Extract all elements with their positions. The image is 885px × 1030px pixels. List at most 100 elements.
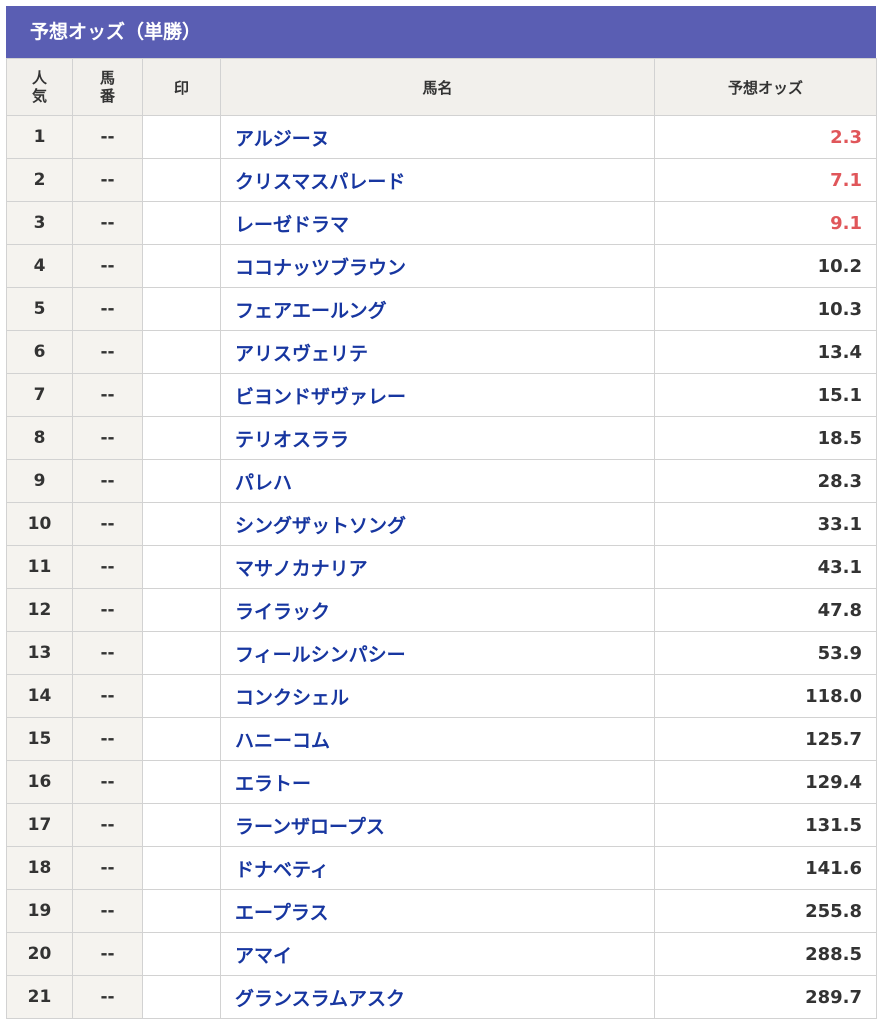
mark-cell[interactable] bbox=[142, 674, 221, 718]
odds-cell: 7.1 bbox=[654, 158, 877, 202]
popularity-cell: 6 bbox=[6, 330, 73, 374]
odds-cell: 15.1 bbox=[654, 373, 877, 417]
horse-name-link[interactable]: アマイ bbox=[220, 932, 655, 976]
mark-cell[interactable] bbox=[142, 373, 221, 417]
table-row: 14 -- コンクシェル 118.0 bbox=[6, 674, 877, 718]
popularity-cell: 18 bbox=[6, 846, 73, 890]
panel-title: 予想オッズ（単勝） bbox=[6, 6, 876, 58]
odds-cell: 9.1 bbox=[654, 201, 877, 245]
odds-cell: 10.2 bbox=[654, 244, 877, 288]
table-row: 16 -- エラトー 129.4 bbox=[6, 760, 877, 804]
header-popularity[interactable]: 人 気 bbox=[6, 58, 73, 116]
horse-number-cell: -- bbox=[72, 717, 143, 761]
table-row: 1 -- アルジーヌ 2.3 bbox=[6, 115, 877, 159]
horse-name-link[interactable]: グランスラムアスク bbox=[220, 975, 655, 1019]
horse-name-link[interactable]: ドナベティ bbox=[220, 846, 655, 890]
mark-cell[interactable] bbox=[142, 803, 221, 847]
horse-name-link[interactable]: エープラス bbox=[220, 889, 655, 933]
horse-name-link[interactable]: パレハ bbox=[220, 459, 655, 503]
popularity-cell: 21 bbox=[6, 975, 73, 1019]
popularity-cell: 19 bbox=[6, 889, 73, 933]
horse-number-cell: -- bbox=[72, 287, 143, 331]
horse-number-cell: -- bbox=[72, 846, 143, 890]
popularity-cell: 20 bbox=[6, 932, 73, 976]
horse-number-cell: -- bbox=[72, 373, 143, 417]
mark-cell[interactable] bbox=[142, 545, 221, 589]
horse-number-cell: -- bbox=[72, 201, 143, 245]
popularity-cell: 2 bbox=[6, 158, 73, 202]
mark-cell[interactable] bbox=[142, 975, 221, 1019]
header-popularity-line1: 人 bbox=[31, 69, 47, 87]
horse-name-link[interactable]: コンクシェル bbox=[220, 674, 655, 718]
mark-cell[interactable] bbox=[142, 889, 221, 933]
mark-cell[interactable] bbox=[142, 588, 221, 632]
odds-cell: 125.7 bbox=[654, 717, 877, 761]
odds-cell: 10.3 bbox=[654, 287, 877, 331]
table-row: 21 -- グランスラムアスク 289.7 bbox=[6, 975, 877, 1019]
odds-cell: 2.3 bbox=[654, 115, 877, 159]
mark-cell[interactable] bbox=[142, 502, 221, 546]
popularity-cell: 4 bbox=[6, 244, 73, 288]
mark-cell[interactable] bbox=[142, 158, 221, 202]
horse-number-cell: -- bbox=[72, 803, 143, 847]
horse-name-link[interactable]: クリスマスパレード bbox=[220, 158, 655, 202]
popularity-cell: 8 bbox=[6, 416, 73, 460]
horse-name-link[interactable]: ライラック bbox=[220, 588, 655, 632]
mark-cell[interactable] bbox=[142, 287, 221, 331]
mark-cell[interactable] bbox=[142, 330, 221, 374]
mark-cell[interactable] bbox=[142, 717, 221, 761]
horse-number-cell: -- bbox=[72, 932, 143, 976]
popularity-cell: 10 bbox=[6, 502, 73, 546]
horse-number-cell: -- bbox=[72, 631, 143, 675]
mark-cell[interactable] bbox=[142, 932, 221, 976]
popularity-cell: 9 bbox=[6, 459, 73, 503]
table-row: 6 -- アリスヴェリテ 13.4 bbox=[6, 330, 877, 374]
horse-number-cell: -- bbox=[72, 760, 143, 804]
table-row: 11 -- マサノカナリア 43.1 bbox=[6, 545, 877, 589]
header-horse-number[interactable]: 馬 番 bbox=[72, 58, 143, 116]
horse-name-link[interactable]: ビヨンドザヴァレー bbox=[220, 373, 655, 417]
horse-name-link[interactable]: フェアエールング bbox=[220, 287, 655, 331]
mark-cell[interactable] bbox=[142, 115, 221, 159]
mark-cell[interactable] bbox=[142, 201, 221, 245]
mark-cell[interactable] bbox=[142, 631, 221, 675]
popularity-cell: 3 bbox=[6, 201, 73, 245]
horse-number-cell: -- bbox=[72, 330, 143, 374]
table-row: 2 -- クリスマスパレード 7.1 bbox=[6, 158, 877, 202]
horse-name-link[interactable]: ラーンザロープス bbox=[220, 803, 655, 847]
horse-number-cell: -- bbox=[72, 416, 143, 460]
odds-cell: 13.4 bbox=[654, 330, 877, 374]
odds-cell: 289.7 bbox=[654, 975, 877, 1019]
table-row: 19 -- エープラス 255.8 bbox=[6, 889, 877, 933]
mark-cell[interactable] bbox=[142, 244, 221, 288]
horse-name-link[interactable]: ココナッツブラウン bbox=[220, 244, 655, 288]
table-row: 20 -- アマイ 288.5 bbox=[6, 932, 877, 976]
popularity-cell: 1 bbox=[6, 115, 73, 159]
header-odds[interactable]: 予想オッズ bbox=[654, 58, 877, 116]
horse-name-link[interactable]: アリスヴェリテ bbox=[220, 330, 655, 374]
horse-name-link[interactable]: フィールシンパシー bbox=[220, 631, 655, 675]
mark-cell[interactable] bbox=[142, 459, 221, 503]
header-horse-number-line2: 番 bbox=[99, 87, 115, 105]
header-popularity-line2: 気 bbox=[31, 87, 47, 105]
header-horse-number-line1: 馬 bbox=[99, 69, 115, 87]
horse-name-link[interactable]: マサノカナリア bbox=[220, 545, 655, 589]
horse-name-link[interactable]: エラトー bbox=[220, 760, 655, 804]
horse-number-cell: -- bbox=[72, 588, 143, 632]
horse-name-link[interactable]: テリオスララ bbox=[220, 416, 655, 460]
horse-name-link[interactable]: シングザットソング bbox=[220, 502, 655, 546]
table-row: 13 -- フィールシンパシー 53.9 bbox=[6, 631, 877, 675]
horse-number-cell: -- bbox=[72, 545, 143, 589]
horse-name-link[interactable]: アルジーヌ bbox=[220, 115, 655, 159]
table-row: 15 -- ハニーコム 125.7 bbox=[6, 717, 877, 761]
horse-name-link[interactable]: レーゼドラマ bbox=[220, 201, 655, 245]
horse-name-link[interactable]: ハニーコム bbox=[220, 717, 655, 761]
odds-cell: 141.6 bbox=[654, 846, 877, 890]
table-row: 10 -- シングザットソング 33.1 bbox=[6, 502, 877, 546]
mark-cell[interactable] bbox=[142, 416, 221, 460]
popularity-cell: 11 bbox=[6, 545, 73, 589]
mark-cell[interactable] bbox=[142, 760, 221, 804]
horse-number-cell: -- bbox=[72, 244, 143, 288]
mark-cell[interactable] bbox=[142, 846, 221, 890]
popularity-cell: 12 bbox=[6, 588, 73, 632]
